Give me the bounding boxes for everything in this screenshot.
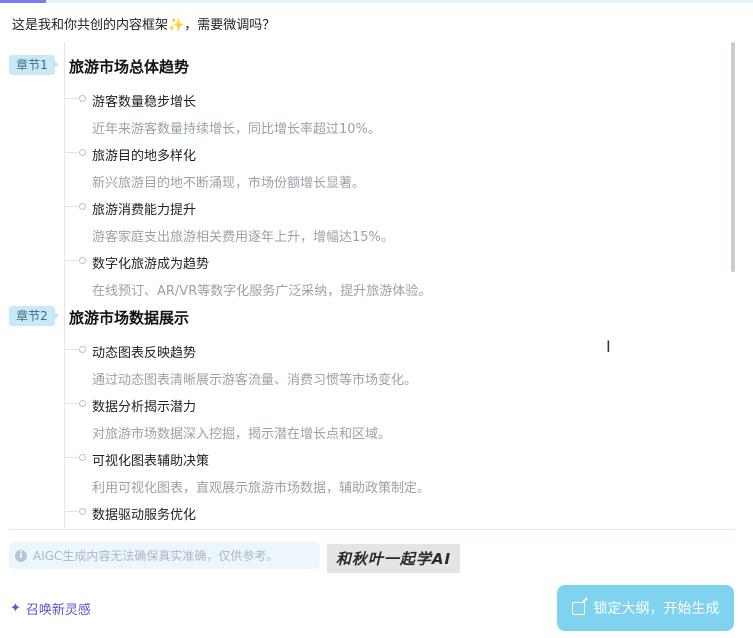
item-dot (79, 149, 86, 156)
item-dot (79, 95, 86, 102)
item-title[interactable]: 数字化旅游成为趋势 (92, 253, 209, 272)
item-dot (79, 346, 86, 353)
item-title[interactable]: 动态图表反映趋势 (92, 342, 196, 361)
item-dot (79, 508, 86, 515)
chapter-badge: 章节1 (9, 55, 55, 75)
summon-label: 召唤新灵感 (25, 602, 91, 618)
chapter-dot (53, 62, 58, 67)
sparkle-icon: ✨ (168, 18, 185, 33)
info-icon: i (15, 549, 27, 562)
item-desc[interactable]: 通过动态图表清晰展示游客流量、消费习惯等市场变化。 (92, 369, 417, 388)
item-connector (65, 260, 78, 261)
item-dot (79, 203, 86, 210)
chapter-title[interactable]: 旅游市场总体趋势 (69, 56, 189, 77)
item-desc[interactable]: 在线预订、AR/VR等数字化服务广泛采纳，提升旅游体验。 (92, 280, 431, 299)
chapter-1[interactable]: 章节1 (9, 54, 55, 76)
chapter-badge: 章节2 (9, 306, 55, 326)
chapter-2[interactable]: 章节2 (9, 305, 55, 327)
item-connector (65, 403, 78, 404)
item-desc[interactable]: 近年来游客数量持续增长，同比增长率超过10%。 (92, 118, 381, 137)
generate-label: 锁定大纲，开始生成 (593, 601, 720, 617)
item-title[interactable]: 可视化图表辅助决策 (92, 450, 209, 469)
intro-message: 这是我和你共创的内容框架✨，需要微调吗？ (12, 14, 275, 33)
edit-icon (571, 601, 585, 615)
item-connector (65, 206, 78, 207)
item-dot (79, 454, 86, 461)
item-desc[interactable]: 对旅游市场数据深入挖掘，揭示潜在增长点和区域。 (92, 423, 391, 442)
lock-outline-generate-button[interactable]: 锁定大纲，开始生成 (557, 585, 734, 631)
item-title[interactable]: 游客数量稳步增长 (92, 91, 196, 110)
scrollbar-thumb[interactable] (731, 42, 735, 272)
item-connector (65, 511, 78, 512)
item-connector (65, 457, 78, 458)
item-desc[interactable]: 游客家庭支出旅游相关费用逐年上升，增幅达15%。 (92, 226, 394, 245)
chapter-dot (53, 313, 58, 318)
sparkle-icon: ✦ (10, 600, 21, 616)
item-title[interactable]: 旅游目的地多样化 (92, 145, 196, 164)
disclaimer-text: AIGC生成内容无法确保真实准确，仅供参考。 (33, 549, 279, 563)
outline-list[interactable]: 章节1 旅游市场总体趋势 游客数量稳步增长 近年来游客数量持续增长，同比增长率超… (0, 42, 738, 528)
intro-text: 这是我和你共创的内容框架 (12, 18, 169, 33)
top-progress-track (0, 0, 753, 3)
item-connector (65, 349, 78, 350)
item-connector (65, 98, 78, 99)
divider (9, 529, 735, 530)
text-cursor-icon: I (606, 337, 611, 356)
intro-suffix: ，需要微调吗？ (184, 18, 276, 33)
item-connector (65, 152, 78, 153)
summon-inspiration-button[interactable]: ✦ 召唤新灵感 (10, 597, 91, 619)
disclaimer-notice: i AIGC生成内容无法确保真实准确，仅供参考。 (9, 542, 320, 569)
item-dot (79, 400, 86, 407)
outline-panel: 这是我和你共创的内容框架✨，需要微调吗？ 章节1 旅游市场总体趋势 游客数量稳步… (0, 0, 753, 638)
item-desc[interactable]: 新兴旅游目的地不断涌现，市场份额增长显著。 (92, 172, 365, 191)
top-progress-indicator (0, 0, 46, 3)
item-title[interactable]: 旅游消费能力提升 (92, 199, 196, 218)
item-desc[interactable]: 利用可视化图表，直观展示旅游市场数据，辅助政策制定。 (92, 477, 430, 496)
timeline-line (64, 42, 65, 528)
item-dot (79, 257, 86, 264)
item-title[interactable]: 数据分析揭示潜力 (92, 396, 196, 415)
chapter-title[interactable]: 旅游市场数据展示 (69, 307, 189, 328)
item-title[interactable]: 数据驱动服务优化 (92, 504, 196, 523)
watermark: 和秋叶一起学AI (327, 544, 460, 573)
